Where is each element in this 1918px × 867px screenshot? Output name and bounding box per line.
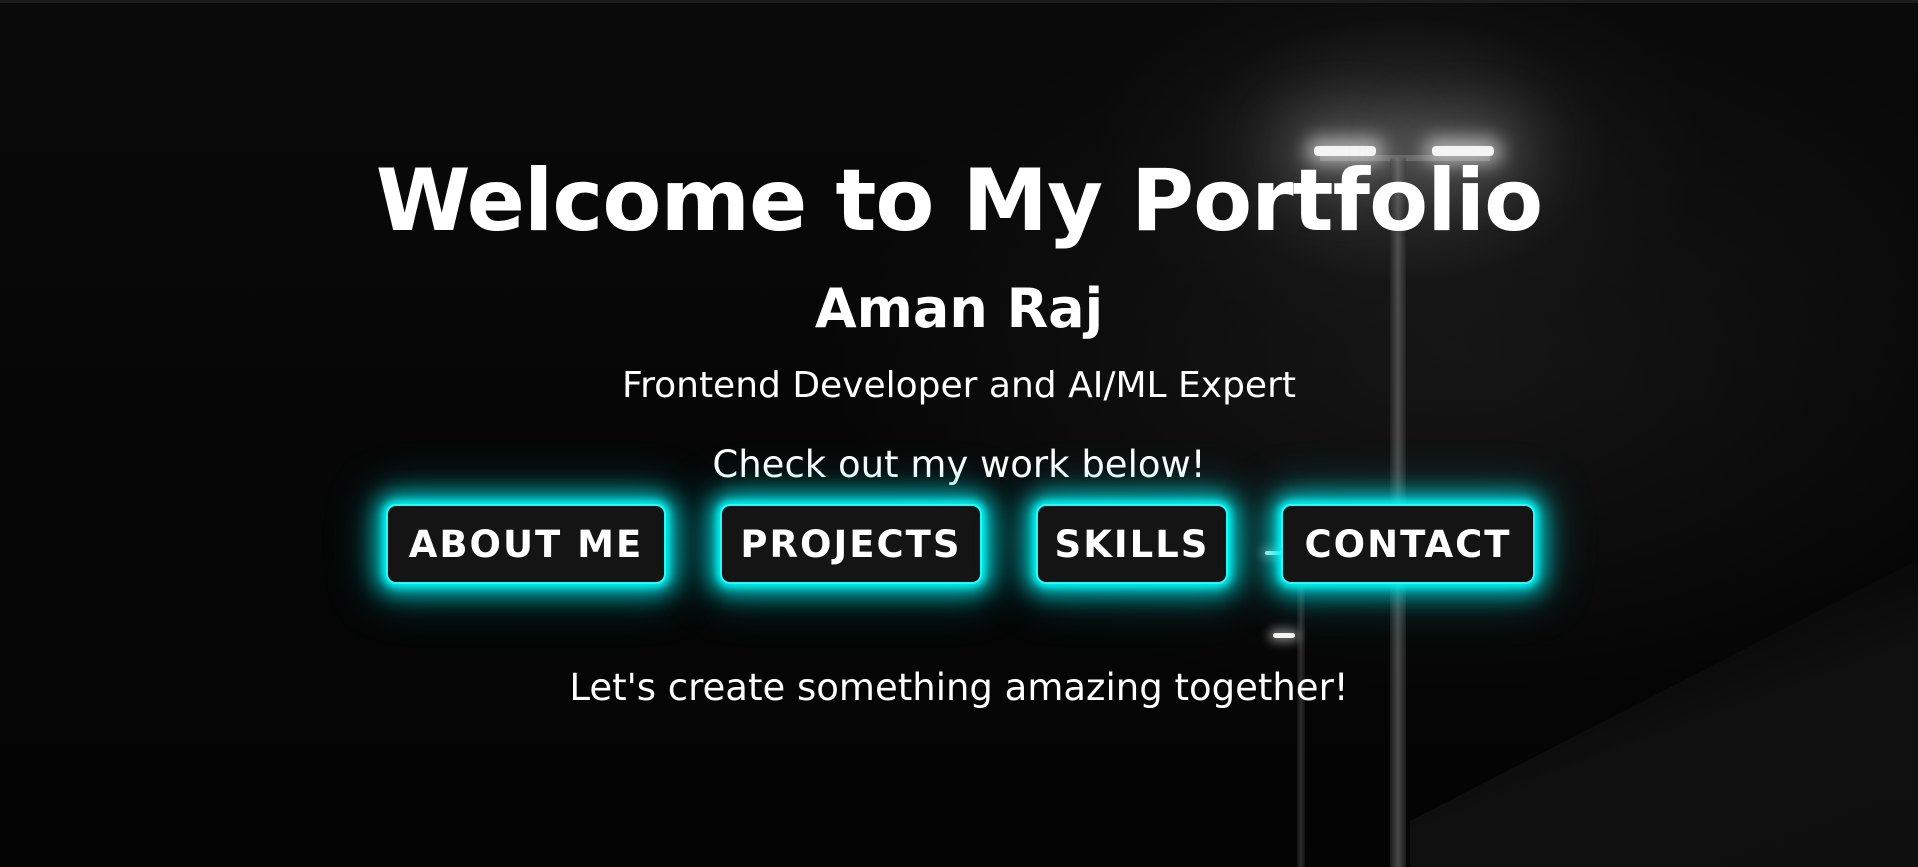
street-lamp-pole-distant — [1297, 560, 1305, 867]
footer-text: Let's create something amazing together! — [569, 666, 1349, 709]
building-silhouette — [1410, 560, 1918, 867]
tagline: Frontend Developer and AI/ML Expert — [622, 365, 1296, 406]
skills-button[interactable]: SKILLS — [1036, 504, 1228, 584]
about-me-button[interactable]: ABOUT ME — [386, 504, 666, 584]
cta-text: Check out my work below! — [712, 443, 1206, 486]
page-title: Welcome to My Portfolio — [375, 151, 1543, 251]
projects-button[interactable]: PROJECTS — [720, 504, 982, 584]
street-lamp-light — [1273, 633, 1295, 638]
contact-button[interactable]: CONTACT — [1281, 504, 1535, 584]
top-border — [0, 0, 1918, 3]
author-name: Aman Raj — [814, 277, 1104, 340]
portfolio-page: Welcome to My Portfolio Aman Raj Fronten… — [0, 0, 1918, 867]
main-nav: ABOUT ME PROJECTS SKILLS CONTACT — [0, 504, 1918, 588]
